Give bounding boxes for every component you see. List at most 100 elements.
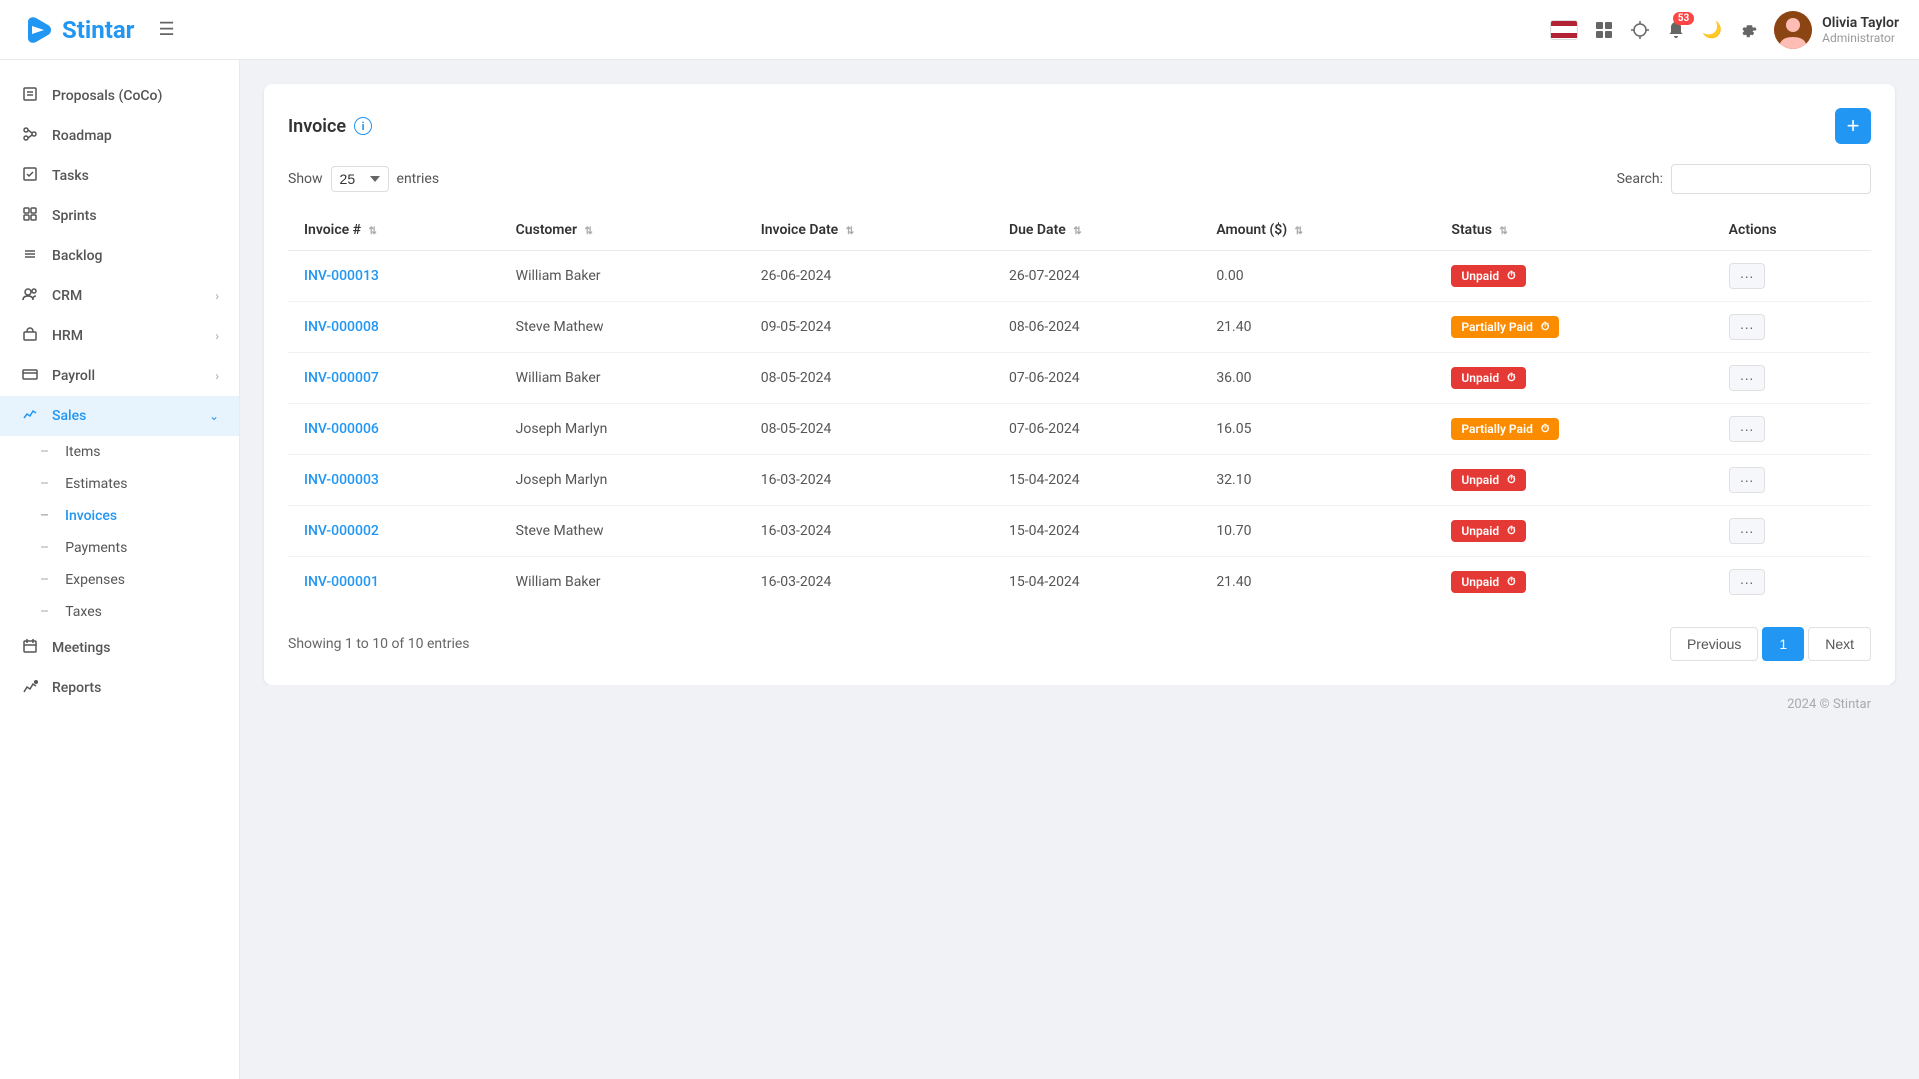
sidebar-item-crm[interactable]: CRM › [0, 276, 239, 316]
cell-due-date: 15-04-2024 [993, 506, 1200, 557]
invoice-link[interactable]: INV-000008 [304, 319, 379, 335]
cell-invoice-date: 16-03-2024 [745, 506, 993, 557]
cell-due-date: 07-06-2024 [993, 353, 1200, 404]
cell-amount: 0.00 [1200, 251, 1435, 302]
sidebar-item-taxes[interactable]: – Taxes [0, 596, 239, 628]
sidebar-item-meetings[interactable]: Meetings [0, 628, 239, 668]
cell-actions: ··· [1713, 455, 1871, 506]
invoice-link[interactable]: INV-000002 [304, 523, 379, 539]
sidebar-item-roadmap[interactable]: Roadmap [0, 116, 239, 156]
sidebar-item-hrm[interactable]: HRM › [0, 316, 239, 356]
status-badge: Unpaid⏱ [1451, 367, 1525, 389]
cell-status: Unpaid⏱ [1435, 251, 1712, 302]
sidebar-item-backlog[interactable]: Backlog [0, 236, 239, 276]
table-row: INV-000002 Steve Mathew 16-03-2024 15-04… [288, 506, 1871, 557]
invoice-link[interactable]: INV-000003 [304, 472, 379, 488]
sidebar-label-expenses: Expenses [65, 572, 125, 588]
invoice-link[interactable]: INV-000006 [304, 421, 379, 437]
sidebar-item-proposals[interactable]: Proposals (CoCo) [0, 76, 239, 116]
action-menu-button[interactable]: ··· [1729, 569, 1765, 595]
cell-status: Unpaid⏱ [1435, 353, 1712, 404]
info-icon[interactable]: i [354, 117, 372, 135]
search-input[interactable] [1671, 164, 1871, 194]
status-badge: Partially Paid⏱ [1451, 418, 1559, 440]
cell-invoice-num: INV-000003 [288, 455, 500, 506]
entries-select[interactable]: 25 10 50 100 [331, 166, 389, 192]
cell-due-date: 15-04-2024 [993, 455, 1200, 506]
sidebar-label-invoices: Invoices [65, 508, 117, 524]
next-button[interactable]: Next [1808, 627, 1871, 661]
table-header: Invoice # ⇅ Customer ⇅ Invoice Date ⇅ [288, 210, 1871, 251]
card-header: Invoice i + [288, 108, 1871, 144]
avatar [1774, 11, 1812, 49]
col-due-date[interactable]: Due Date ⇅ [993, 210, 1200, 251]
invoice-link[interactable]: INV-000007 [304, 370, 379, 386]
col-amount[interactable]: Amount ($) ⇅ [1200, 210, 1435, 251]
cell-invoice-num: INV-000013 [288, 251, 500, 302]
sidebar-item-estimates[interactable]: – Estimates [0, 468, 239, 500]
cell-actions: ··· [1713, 302, 1871, 353]
sidebar-item-invoices[interactable]: – Invoices [0, 500, 239, 532]
cell-amount: 21.40 [1200, 557, 1435, 608]
cell-due-date: 26-07-2024 [993, 251, 1200, 302]
hamburger-button[interactable]: ☰ [154, 15, 178, 44]
previous-button[interactable]: Previous [1670, 627, 1758, 661]
invoice-link[interactable]: INV-000013 [304, 268, 379, 284]
cell-invoice-date: 16-03-2024 [745, 557, 993, 608]
sidebar-label-roadmap: Roadmap [52, 128, 112, 144]
col-status[interactable]: Status ⇅ [1435, 210, 1712, 251]
payroll-icon [20, 366, 40, 386]
user-profile[interactable]: Olivia Taylor Administrator [1774, 11, 1899, 49]
dark-mode-icon[interactable] [1702, 20, 1722, 40]
sidebar-label-payments: Payments [65, 540, 127, 556]
sidebar-item-items[interactable]: – Items [0, 436, 239, 468]
sidebar-item-tasks[interactable]: Tasks [0, 156, 239, 196]
apps-icon[interactable] [1594, 20, 1614, 40]
cell-invoice-date: 08-05-2024 [745, 353, 993, 404]
col-customer[interactable]: Customer ⇅ [500, 210, 745, 251]
action-menu-button[interactable]: ··· [1729, 263, 1765, 289]
add-invoice-button[interactable]: + [1835, 108, 1871, 144]
col-invoice-num[interactable]: Invoice # ⇅ [288, 210, 500, 251]
page-1-button[interactable]: 1 [1762, 627, 1804, 661]
cell-due-date: 15-04-2024 [993, 557, 1200, 608]
invoice-table: Invoice # ⇅ Customer ⇅ Invoice Date ⇅ [288, 210, 1871, 607]
cell-customer: William Baker [500, 353, 745, 404]
notification-wrapper[interactable]: 53 [1666, 20, 1686, 40]
flag-icon[interactable] [1550, 20, 1578, 40]
sidebar-item-payments[interactable]: – Payments [0, 532, 239, 564]
header-left: Stintar ☰ [20, 12, 179, 48]
action-menu-button[interactable]: ··· [1729, 416, 1765, 442]
col-actions: Actions [1713, 210, 1871, 251]
search-wrapper: Search: [1617, 164, 1871, 194]
sidebar-item-expenses[interactable]: – Expenses [0, 564, 239, 596]
action-menu-button[interactable]: ··· [1729, 518, 1765, 544]
avatar-image [1774, 11, 1812, 49]
pagination: Showing 1 to 10 of 10 entries Previous 1… [288, 627, 1871, 661]
action-menu-button[interactable]: ··· [1729, 365, 1765, 391]
sidebar-item-payroll[interactable]: Payroll › [0, 356, 239, 396]
col-invoice-date[interactable]: Invoice Date ⇅ [745, 210, 993, 251]
cell-invoice-date: 26-06-2024 [745, 251, 993, 302]
sidebar-item-sprints[interactable]: Sprints [0, 196, 239, 236]
action-menu-button[interactable]: ··· [1729, 467, 1765, 493]
cell-status: Partially Paid⏱ [1435, 404, 1712, 455]
cell-actions: ··· [1713, 404, 1871, 455]
sidebar-label-backlog: Backlog [52, 248, 102, 264]
crosshair-icon[interactable] [1630, 20, 1650, 40]
sidebar-item-reports[interactable]: Reports [0, 668, 239, 708]
sidebar-label-payroll: Payroll [52, 368, 95, 384]
notification-badge: 53 [1673, 12, 1694, 25]
cell-amount: 36.00 [1200, 353, 1435, 404]
sidebar-label-sales: Sales [52, 408, 86, 424]
settings-icon[interactable] [1738, 20, 1758, 40]
sidebar-item-sales[interactable]: Sales ⌄ [0, 396, 239, 436]
action-menu-button[interactable]: ··· [1729, 314, 1765, 340]
cell-due-date: 08-06-2024 [993, 302, 1200, 353]
status-badge: Unpaid⏱ [1451, 520, 1525, 542]
sort-icon-customer: ⇅ [585, 226, 593, 237]
copyright: 2024 © Stintar [1787, 697, 1871, 712]
invoice-link[interactable]: INV-000001 [304, 574, 379, 590]
sidebar: Proposals (CoCo) Roadmap Tasks Sprints B… [0, 60, 240, 1079]
table-controls: Show 25 10 50 100 entries Search: [288, 164, 1871, 194]
